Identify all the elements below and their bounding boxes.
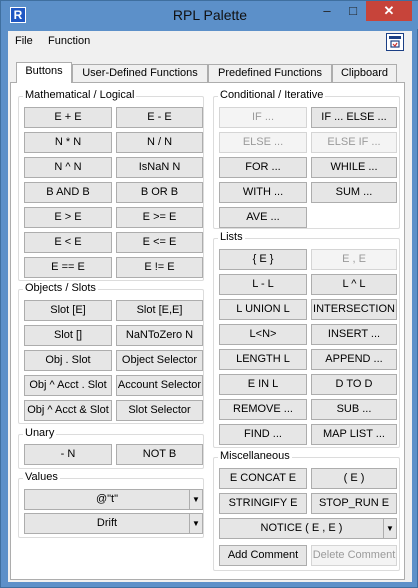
group-label: Conditional / Iterative [218,89,326,101]
group-values: Values @"t" ▼ Drift ▼ [18,471,204,538]
maximize-button[interactable]: □ [340,1,366,21]
button-if[interactable]: IF ... [219,107,307,128]
button-for[interactable]: FOR ... [219,157,307,178]
button-list-comma[interactable]: E , E [311,249,397,270]
button-add[interactable]: E + E [24,107,112,128]
group-miscellaneous: Miscellaneous E CONCAT E ( E ) STRINGIFY… [213,450,400,571]
tab-clipboard[interactable]: Clipboard [332,64,397,82]
notice-combo[interactable]: NOTICE ( E , E ) ▼ [219,518,397,539]
add-comment-button[interactable]: Add Comment [219,545,307,566]
button-list-literal[interactable]: { E } [219,249,307,270]
tab-buttons[interactable]: Buttons [16,62,72,83]
values-combo-drift[interactable]: Drift ▼ [24,513,203,534]
button-list-remove[interactable]: REMOVE ... [219,399,307,420]
button-concat[interactable]: E CONCAT E [219,468,307,489]
group-label: Objects / Slots [23,282,98,294]
delete-comment-button[interactable]: Delete Comment [311,545,397,566]
button-divide[interactable]: N / N [116,132,203,153]
button-not-equal[interactable]: E != E [116,257,203,278]
group-lists: Lists { E } E , E L - L L ^ L L UNION L … [213,231,400,448]
group-label: Unary [23,427,57,439]
minimize-button[interactable]: – [314,1,340,21]
tab-user-defined-functions[interactable]: User-Defined Functions [72,64,208,82]
button-list-union[interactable]: L UNION L [219,299,307,320]
button-object-selector[interactable]: Object Selector [116,350,203,371]
group-label: Mathematical / Logical [23,89,137,101]
group-conditional-iterative: Conditional / Iterative IF ... IF ... EL… [213,89,400,229]
chevron-down-icon[interactable]: ▼ [383,519,396,538]
button-else-if[interactable]: ELSE IF ... [311,132,397,153]
button-obj-slot[interactable]: Obj . Slot [24,350,112,371]
button-not[interactable]: NOT B [116,444,203,465]
button-slot-selector[interactable]: Slot Selector [116,400,203,421]
group-objects-slots: Objects / Slots Slot [E] Slot [E,E] Slot… [18,282,204,424]
button-else[interactable]: ELSE ... [219,132,307,153]
button-obj-acct-and-slot[interactable]: Obj ^ Acct & Slot [24,400,112,421]
button-account-selector[interactable]: Account Selector [116,375,203,396]
button-list-d-to-d[interactable]: D TO D [311,374,397,395]
title-bar[interactable]: R RPL Palette – □ ✕ [1,1,418,29]
button-list-map[interactable]: MAP LIST ... [311,424,397,445]
client-area: File Function Buttons User-Defined Funct… [8,31,412,582]
button-list-append[interactable]: APPEND ... [311,349,397,370]
menu-bar: File Function [8,31,412,53]
button-parentheses[interactable]: ( E ) [311,468,397,489]
button-power[interactable]: N ^ N [24,157,112,178]
button-list-caret[interactable]: L ^ L [311,274,397,295]
button-list-index[interactable]: L<N> [219,324,307,345]
group-label: Miscellaneous [218,450,292,462]
button-list-subtract[interactable]: L - L [219,274,307,295]
button-nantozero[interactable]: NaNToZero N [116,325,203,346]
button-list-sub[interactable]: SUB ... [311,399,397,420]
button-sum[interactable]: SUM ... [311,182,397,203]
button-subtract[interactable]: E - E [116,107,203,128]
button-list-in[interactable]: E IN L [219,374,307,395]
group-mathematical-logical: Mathematical / Logical E + E E - E N * N… [18,89,204,281]
button-list-length[interactable]: LENGTH L [219,349,307,370]
button-and[interactable]: B AND B [24,182,112,203]
chevron-down-icon[interactable]: ▼ [189,514,202,533]
button-less[interactable]: E < E [24,232,112,253]
combo-value: @"t" [95,493,119,505]
group-label: Lists [218,231,245,243]
button-with[interactable]: WITH ... [219,182,307,203]
button-slot-e[interactable]: Slot [E] [24,300,112,321]
tab-strip: Buttons User-Defined Functions Predefine… [10,62,406,83]
buttons-panel: Mathematical / Logical E + E E - E N * N… [10,82,405,580]
button-less-equal[interactable]: E <= E [116,232,203,253]
button-multiply[interactable]: N * N [24,132,112,153]
button-list-intersection[interactable]: INTERSECTION [311,299,397,320]
palette-icon[interactable] [386,33,404,51]
button-equal[interactable]: E == E [24,257,112,278]
button-or[interactable]: B OR B [116,182,203,203]
button-stop-run[interactable]: STOP_RUN E [311,493,397,514]
close-button[interactable]: ✕ [366,1,412,21]
combo-value: Drift [96,517,118,529]
button-slot-empty[interactable]: Slot [] [24,325,112,346]
values-combo-time[interactable]: @"t" ▼ [24,489,203,510]
button-negate[interactable]: - N [24,444,112,465]
button-greater-equal[interactable]: E >= E [116,207,203,228]
button-ave[interactable]: AVE ... [219,207,307,228]
combo-value: NOTICE ( E , E ) [260,522,343,534]
chevron-down-icon[interactable]: ▼ [189,490,202,509]
menu-file[interactable]: File [15,35,33,47]
group-unary: Unary - N NOT B [18,427,204,469]
tab-predefined-functions[interactable]: Predefined Functions [208,64,332,82]
button-slot-e-e[interactable]: Slot [E,E] [116,300,203,321]
button-if-else[interactable]: IF ... ELSE ... [311,107,397,128]
button-list-find[interactable]: FIND ... [219,424,307,445]
menu-function[interactable]: Function [48,35,90,47]
rpl-palette-window: R RPL Palette – □ ✕ File Function Button… [0,0,418,588]
button-stringify[interactable]: STRINGIFY E [219,493,307,514]
button-greater[interactable]: E > E [24,207,112,228]
button-while[interactable]: WHILE ... [311,157,397,178]
group-label: Values [23,471,60,483]
button-list-insert[interactable]: INSERT ... [311,324,397,345]
button-isnan[interactable]: IsNaN N [116,157,203,178]
button-obj-acct-slot[interactable]: Obj ^ Acct . Slot [24,375,112,396]
